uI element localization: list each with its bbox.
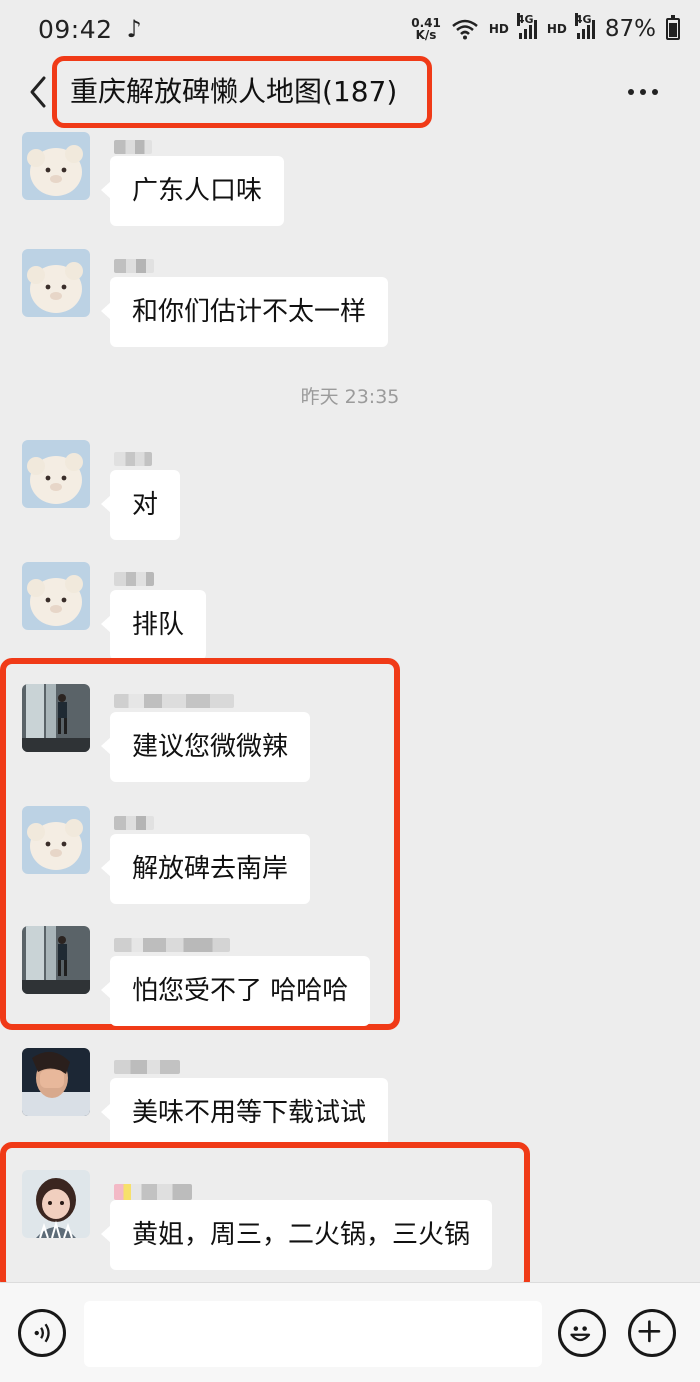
face-cover-avatar[interactable] [22, 1048, 90, 1116]
voice-button[interactable] [18, 1309, 66, 1357]
blurred-sender-name [114, 694, 234, 708]
message-bubble[interactable]: 黄姐，周三，二火锅，三火锅 [100, 1200, 493, 1270]
blurred-sender-name [114, 1184, 192, 1200]
network-speed-unit: K/s [415, 28, 437, 42]
wifi-icon [451, 18, 479, 40]
blurred-sender-name [114, 938, 230, 952]
message-input[interactable] [84, 1301, 542, 1367]
battery-icon [666, 15, 680, 40]
status-time: 09:42 [38, 14, 113, 44]
sheep-avatar[interactable] [22, 806, 90, 874]
signal-icon: 4G [574, 13, 595, 39]
plus-button[interactable] [628, 1309, 676, 1357]
message-bubble[interactable]: 美味不用等下载试试 [100, 1078, 389, 1148]
blurred-sender-name [114, 1060, 180, 1074]
sheep-avatar[interactable] [22, 562, 90, 630]
status-bar: 09:42 ♪ 0.41 K/s HD 4G HD 4G 87% [0, 0, 700, 58]
network-type-1: 4G [516, 13, 534, 26]
chat-timestamp: 昨天 23:35 [300, 386, 400, 408]
network-type-2: 4G [574, 13, 592, 26]
message-bubble[interactable]: 对 [100, 470, 181, 540]
sheep-avatar[interactable] [22, 440, 90, 508]
waterfall-person-avatar[interactable] [22, 926, 90, 994]
voice-icon [34, 1323, 50, 1343]
blurred-sender-name [114, 140, 152, 154]
message-bubble[interactable]: 排队 [100, 590, 207, 660]
chat-header: 重庆解放碑懒人地图(187) [0, 56, 700, 130]
signal-icon: 4G [516, 13, 537, 39]
message-bubble[interactable]: 广东人口味 [100, 156, 285, 226]
status-indicators: 0.41 K/s HD 4G HD 4G 87% [411, 13, 680, 42]
message-bubble[interactable]: 建议您微微辣 [100, 712, 311, 782]
blurred-sender-name [114, 816, 154, 830]
back-button[interactable] [22, 72, 54, 112]
waterfall-person-avatar[interactable] [22, 684, 90, 752]
more-icon [640, 89, 646, 95]
message-bubble[interactable]: 解放碑去南岸 [100, 834, 311, 904]
sheep-avatar[interactable] [22, 132, 90, 200]
more-icon [652, 89, 658, 95]
chat-message-list[interactable]: 广东人口味 和你们估计不太一样 昨天 23:35 对 排队 建议您微微辣 解放碑… [0, 130, 700, 1282]
chat-input-bar [0, 1282, 700, 1382]
child-avatar[interactable] [22, 1170, 90, 1238]
more-icon [628, 89, 634, 95]
message-bubble[interactable]: 和你们估计不太一样 [100, 277, 389, 347]
hd-label-2: HD [546, 22, 567, 36]
message-bubble[interactable]: 怕您受不了 哈哈哈 [100, 956, 371, 1026]
plus-icon [638, 1320, 661, 1343]
blurred-sender-name [114, 452, 152, 466]
blurred-sender-name [114, 572, 154, 586]
music-note-icon: ♪ [126, 15, 142, 43]
emoji-button[interactable] [558, 1309, 606, 1357]
hd-label-1: HD [488, 22, 509, 36]
network-speed: 0.41 K/s [411, 17, 441, 41]
chevron-left-icon [30, 76, 46, 108]
more-button[interactable] [628, 82, 662, 102]
sheep-avatar[interactable] [22, 249, 90, 317]
battery-percentage: 87% [604, 16, 656, 42]
page-title: 重庆解放碑懒人地图(187) [70, 75, 398, 108]
blurred-sender-name [114, 259, 154, 273]
emoji-icon [570, 1326, 591, 1342]
